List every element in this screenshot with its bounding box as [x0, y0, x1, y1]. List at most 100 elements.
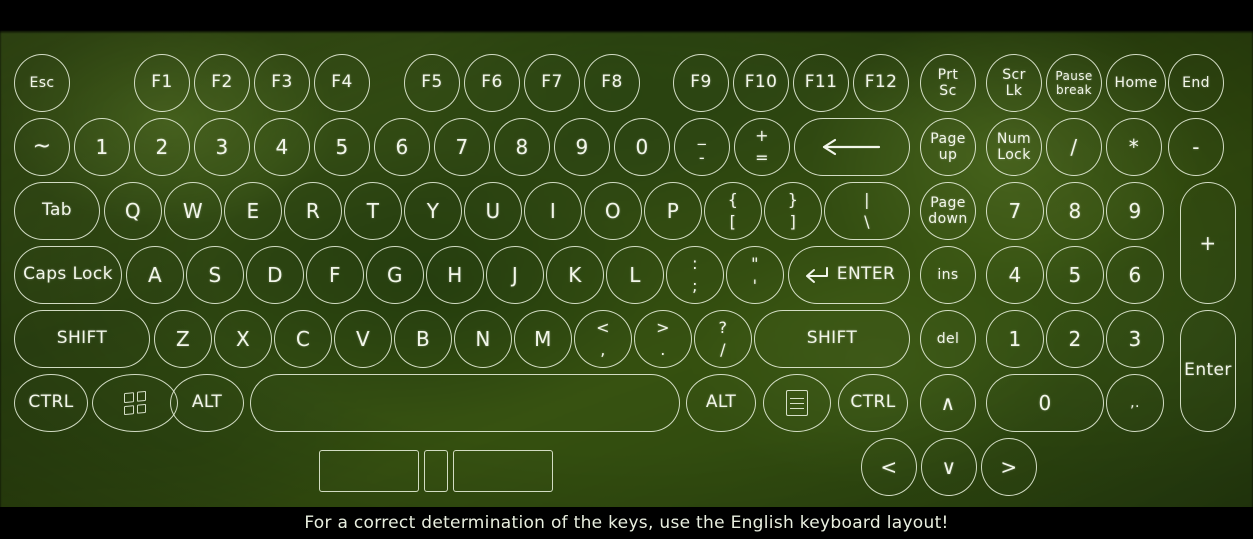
key-ctrlleft[interactable]: CTRL	[14, 374, 88, 432]
key-shiftleft[interactable]: SHIFT	[14, 310, 150, 368]
key-f12[interactable]: F12	[853, 54, 909, 112]
key-slash[interactable]: ? /	[694, 310, 752, 368]
key-digit5[interactable]: 5	[314, 118, 370, 176]
key-keym[interactable]: M	[514, 310, 572, 368]
key-numpad6[interactable]: 6	[1106, 246, 1164, 304]
key-keye[interactable]: E	[224, 182, 282, 240]
key-f5[interactable]: F5	[404, 54, 460, 112]
key-backquote[interactable]: ~	[14, 118, 70, 176]
key-shiftright[interactable]: SHIFT	[754, 310, 910, 368]
key-keyq[interactable]: Q	[104, 182, 162, 240]
key-arrowdown[interactable]: ∨	[921, 438, 977, 496]
key-keyn[interactable]: N	[454, 310, 512, 368]
key-tab[interactable]: Tab	[14, 182, 100, 240]
key-keyz[interactable]: Z	[154, 310, 212, 368]
key-f4[interactable]: F4	[314, 54, 370, 112]
key-keya[interactable]: A	[126, 246, 184, 304]
key-numpad1[interactable]: 1	[986, 310, 1044, 368]
key-keyw[interactable]: W	[164, 182, 222, 240]
key-ctrlright[interactable]: CTRL	[838, 374, 908, 432]
key-backslash[interactable]: | \	[824, 182, 910, 240]
key-space[interactable]	[250, 374, 680, 432]
key-numlock[interactable]: Num Lock	[986, 118, 1042, 176]
key-keyy[interactable]: Y	[404, 182, 462, 240]
key-quote[interactable]: " '	[726, 246, 784, 304]
key-keyf[interactable]: F	[306, 246, 364, 304]
key-semicolon[interactable]: :;	[666, 246, 724, 304]
key-contextmenu[interactable]	[763, 374, 831, 432]
key-keyp[interactable]: P	[644, 182, 702, 240]
key-keys[interactable]: S	[186, 246, 244, 304]
key-bracketright[interactable]: }]	[764, 182, 822, 240]
key-f6[interactable]: F6	[464, 54, 520, 112]
key-digit8[interactable]: 8	[494, 118, 550, 176]
key-escape[interactable]: Esc	[14, 54, 70, 112]
key-f3[interactable]: F3	[254, 54, 310, 112]
key-keyk[interactable]: K	[546, 246, 604, 304]
key-keyj[interactable]: J	[486, 246, 544, 304]
key-f1[interactable]: F1	[134, 54, 190, 112]
key-keyv[interactable]: V	[334, 310, 392, 368]
key-numpad-add[interactable]: +	[1180, 182, 1236, 304]
key-keyc[interactable]: C	[274, 310, 332, 368]
key-numpad2[interactable]: 2	[1046, 310, 1104, 368]
key-pagedown[interactable]: Page down	[920, 182, 976, 240]
key-numpad-divide[interactable]: /	[1046, 118, 1102, 176]
key-keyr[interactable]: R	[284, 182, 342, 240]
key-numpad-multiply[interactable]: *	[1106, 118, 1162, 176]
key-backspace[interactable]	[794, 118, 910, 176]
key-arrowup[interactable]: ∧	[920, 374, 976, 432]
key-altright[interactable]: ALT	[686, 374, 756, 432]
key-keyb[interactable]: B	[394, 310, 452, 368]
key-enter[interactable]: ENTER	[788, 246, 910, 304]
key-keyx[interactable]: X	[214, 310, 272, 368]
key-arrowleft[interactable]: <	[861, 438, 917, 496]
key-digit4[interactable]: 4	[254, 118, 310, 176]
key-printscreen[interactable]: Prt Sc	[920, 54, 976, 112]
key-numpad4[interactable]: 4	[986, 246, 1044, 304]
key-end[interactable]: End	[1168, 54, 1224, 112]
key-keyg[interactable]: G	[366, 246, 424, 304]
key-pageup[interactable]: Page up	[920, 118, 976, 176]
key-digit0[interactable]: 0	[614, 118, 670, 176]
key-digit2[interactable]: 2	[134, 118, 190, 176]
key-numpad5[interactable]: 5	[1046, 246, 1104, 304]
key-f8[interactable]: F8	[584, 54, 640, 112]
key-keyi[interactable]: I	[524, 182, 582, 240]
key-keyd[interactable]: D	[246, 246, 304, 304]
key-mouse-middle-button[interactable]	[424, 450, 448, 492]
key-f9[interactable]: F9	[673, 54, 729, 112]
key-f7[interactable]: F7	[524, 54, 580, 112]
key-equal[interactable]: + =	[734, 118, 790, 176]
key-f2[interactable]: F2	[194, 54, 250, 112]
key-home[interactable]: Home	[1106, 54, 1166, 112]
key-f11[interactable]: F11	[793, 54, 849, 112]
key-numpad7[interactable]: 7	[986, 182, 1044, 240]
key-digit3[interactable]: 3	[194, 118, 250, 176]
key-period[interactable]: >.	[634, 310, 692, 368]
key-digit9[interactable]: 9	[554, 118, 610, 176]
key-scrolllock[interactable]: Scr Lk	[986, 54, 1042, 112]
key-numpad3[interactable]: 3	[1106, 310, 1164, 368]
key-numpad-subtract[interactable]: -	[1168, 118, 1224, 176]
key-f10[interactable]: F10	[733, 54, 789, 112]
key-insert[interactable]: ins	[920, 246, 976, 304]
key-mouse-right-button[interactable]	[453, 450, 553, 492]
key-keyh[interactable]: H	[426, 246, 484, 304]
key-keyo[interactable]: O	[584, 182, 642, 240]
key-metaleft[interactable]	[92, 374, 178, 432]
key-bracketleft[interactable]: {[	[704, 182, 762, 240]
key-minus[interactable]: _ -	[674, 118, 730, 176]
key-numpad-enter[interactable]: Enter	[1180, 310, 1236, 432]
key-digit1[interactable]: 1	[74, 118, 130, 176]
key-digit7[interactable]: 7	[434, 118, 490, 176]
key-mouse-left-button[interactable]	[319, 450, 419, 492]
key-keyl[interactable]: L	[606, 246, 664, 304]
key-keyt[interactable]: T	[344, 182, 402, 240]
key-pausebreak[interactable]: Pause break	[1046, 54, 1102, 112]
key-digit6[interactable]: 6	[374, 118, 430, 176]
key-keyu[interactable]: U	[464, 182, 522, 240]
key-numpad8[interactable]: 8	[1046, 182, 1104, 240]
key-comma[interactable]: <,	[574, 310, 632, 368]
key-numpad9[interactable]: 9	[1106, 182, 1164, 240]
